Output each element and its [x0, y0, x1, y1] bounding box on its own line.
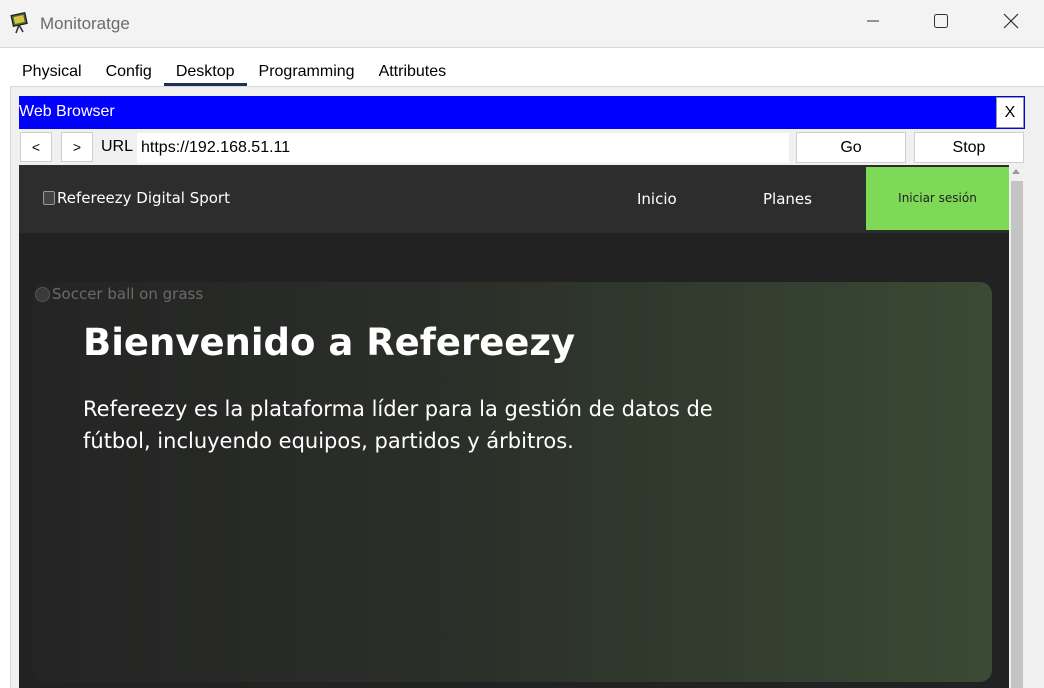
app-icon — [8, 11, 32, 35]
close-window-button[interactable] — [976, 0, 1044, 46]
site-logo[interactable]: Refereezy Digital Sport — [43, 189, 230, 207]
tab-programming[interactable]: Programming — [247, 58, 367, 86]
page-scrollbar[interactable] — [1010, 165, 1024, 688]
url-label: URL — [101, 138, 134, 155]
maximize-icon — [933, 13, 949, 34]
close-icon — [1003, 13, 1019, 34]
stop-button[interactable]: Stop — [914, 132, 1024, 163]
hero-title: Bienvenido a Refereezy — [83, 321, 576, 364]
scroll-up-icon[interactable] — [1012, 169, 1020, 174]
logo-alt-text: Refereezy Digital Sport — [57, 189, 230, 207]
forward-button[interactable]: > — [61, 132, 93, 162]
hero-image: Soccer ball on grass — [35, 285, 203, 303]
browser-titlebar: Web Browser X — [19, 96, 1025, 129]
go-button[interactable]: Go — [796, 132, 906, 163]
back-button[interactable]: < — [20, 132, 52, 162]
site-navbar: Refereezy Digital Sport Inicio Planes In… — [19, 165, 1009, 233]
nav-link-planes[interactable]: Planes — [763, 190, 812, 208]
minimize-icon — [866, 14, 880, 33]
nav-link-inicio[interactable]: Inicio — [637, 190, 677, 208]
login-button[interactable]: Iniciar sesión — [866, 167, 1009, 230]
tab-physical[interactable]: Physical — [10, 58, 94, 86]
web-page-viewport: Refereezy Digital Sport Inicio Planes In… — [19, 165, 1009, 688]
broken-image-icon — [43, 191, 55, 205]
scrollbar-thumb[interactable] — [1011, 181, 1023, 688]
window-title: Monitoratge — [40, 14, 130, 33]
browser-close-button[interactable]: X — [996, 97, 1024, 128]
tab-desktop[interactable]: Desktop — [163, 58, 247, 86]
hero-description: Refereezy es la plataforma líder para la… — [83, 397, 713, 453]
url-input[interactable] — [137, 133, 789, 163]
tab-config[interactable]: Config — [94, 58, 164, 86]
maximize-button[interactable] — [906, 0, 976, 46]
tab-attributes[interactable]: Attributes — [367, 58, 459, 86]
browser-title: Web Browser — [19, 103, 115, 120]
broken-image-icon — [35, 286, 50, 302]
window-titlebar: Monitoratge — [0, 0, 1044, 48]
device-tabs: Physical Config Desktop Programming Attr… — [10, 58, 459, 86]
hero-image-alt-text: Soccer ball on grass — [52, 285, 204, 303]
minimize-button[interactable] — [838, 0, 908, 46]
